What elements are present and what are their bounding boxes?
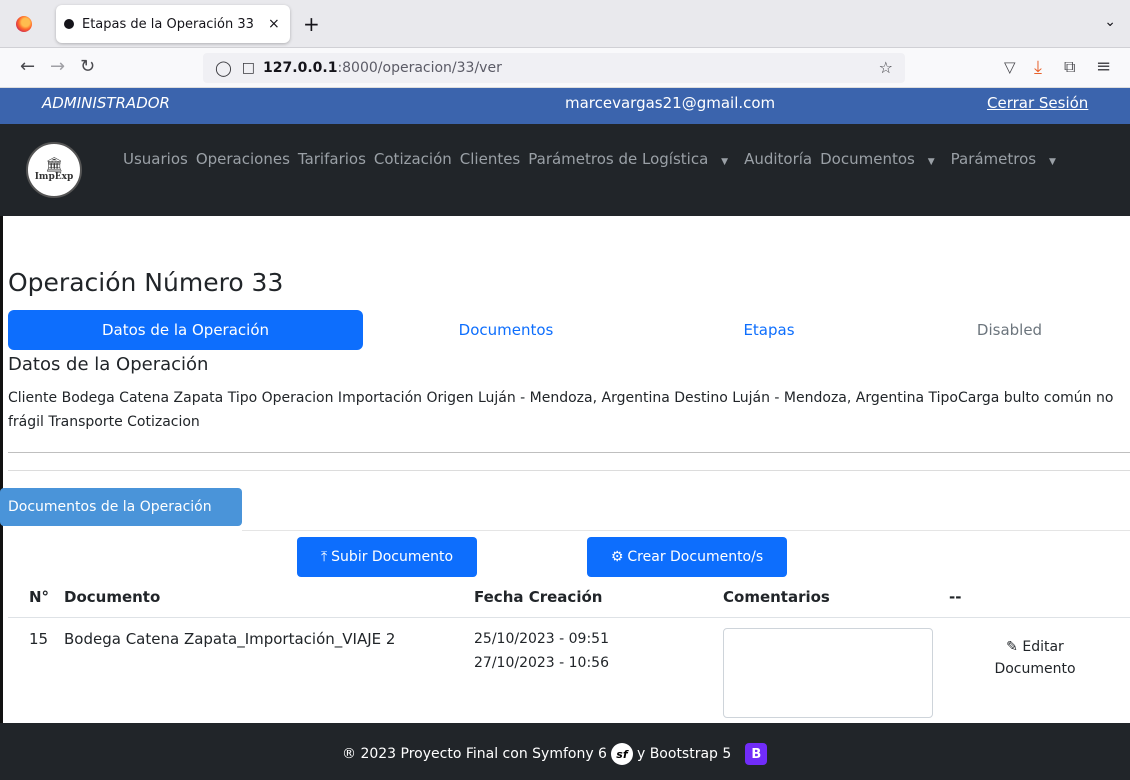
app-topbar: ADMINISTRADOR marcevargas21@gmail.com Ce… xyxy=(0,88,1130,124)
download-icon[interactable]: ⤓ xyxy=(1034,57,1042,78)
tab-close-icon[interactable]: × xyxy=(268,16,280,32)
user-email: marcevargas21@gmail.com xyxy=(565,94,776,112)
nav-item-usuarios[interactable]: Usuarios xyxy=(123,150,188,168)
nav-item-auditoria[interactable]: Auditoría xyxy=(744,150,812,168)
footer-text-after: y Bootstrap 5 xyxy=(636,746,732,762)
operation-details: Cliente Bodega Catena Zapata Tipo Operac… xyxy=(8,390,1114,430)
nav-item-logistica-label: Parámetros de Logística xyxy=(528,150,709,168)
symfony-logo-icon: sf xyxy=(610,743,633,765)
upload-document-button[interactable]: ⤒ Subir Documento xyxy=(297,537,477,577)
nav-dropdown-logistica[interactable]: Parámetros de Logística ▼ xyxy=(528,150,736,168)
url-bar[interactable]: ◯ □ 127.0.0.1:8000/operacion/33/ver ☆ xyxy=(203,53,905,83)
column-header-fecha: Fecha Creación xyxy=(474,588,603,606)
bookmark-star-icon[interactable]: ☆ xyxy=(879,58,893,77)
create-document-label: Crear Documento/s xyxy=(627,549,764,565)
nav-item-tarifarios[interactable]: Tarifarios xyxy=(298,150,366,168)
tab-title: Etapas de la Operación 33 xyxy=(82,16,254,32)
upload-icon: ⤒ xyxy=(320,549,328,565)
caret-down-icon: ▼ xyxy=(1046,157,1056,167)
card-divider xyxy=(242,530,1130,531)
page-title: Operación Número 33 xyxy=(8,268,284,297)
operation-tabs: Datos de la Operación Documentos Etapas … xyxy=(8,310,1130,350)
column-header-comentarios: Comentarios xyxy=(723,588,830,606)
back-icon[interactable]: ← xyxy=(20,56,35,77)
documents-card-header: Documentos de la Operación xyxy=(0,488,242,526)
page-icon: □ xyxy=(241,60,256,76)
list-tabs-icon[interactable]: ⌄ xyxy=(1104,14,1116,30)
forward-icon[interactable]: → xyxy=(50,56,65,77)
browser-tabbar: Etapas de la Operación 33 × + ⌄ xyxy=(0,0,1130,48)
row-num: 15 xyxy=(29,630,49,648)
caret-down-icon: ▼ xyxy=(718,157,729,167)
tab-datos-operacion[interactable]: Datos de la Operación xyxy=(8,310,363,350)
firefox-icon[interactable] xyxy=(16,16,32,32)
edit-label-1: Editar xyxy=(1022,639,1064,655)
nav-item-operaciones[interactable]: Operaciones xyxy=(196,150,290,168)
bootstrap-logo-icon: B xyxy=(745,743,768,765)
nav-item-clientes[interactable]: Clientes xyxy=(460,150,520,168)
column-header-actions: -- xyxy=(949,588,962,606)
reload-icon[interactable]: ↻ xyxy=(80,56,95,77)
column-header-num: N° xyxy=(29,588,50,606)
comments-textarea[interactable] xyxy=(723,628,933,718)
shield-icon[interactable]: ◯ xyxy=(215,59,232,77)
upload-document-label: Subir Documento xyxy=(331,549,454,565)
main-navbar: 🏛 ImpExp Usuarios Operaciones Tarifarios… xyxy=(0,124,1130,216)
nav-dropdown-documentos[interactable]: Documentos ▼ xyxy=(820,150,943,168)
url-host: 127.0.0.1 xyxy=(263,60,338,76)
logo-text: ImpExp xyxy=(34,172,74,182)
nav-item-parametros-label: Parámetros xyxy=(950,150,1037,168)
caret-down-icon: ▼ xyxy=(924,157,935,167)
extensions-icon[interactable]: ⧉ xyxy=(1064,57,1075,77)
tab-etapas[interactable]: Etapas xyxy=(649,310,889,350)
row-document-name[interactable]: Bodega Catena Zapata_Importación_VIAJE 2 xyxy=(64,628,395,650)
tab-documentos[interactable]: Documentos xyxy=(363,310,649,350)
footer-text: ® 2023 Proyecto Final con Symfony 6 sf y… xyxy=(342,743,768,765)
gears-icon: ⚙ xyxy=(610,549,624,565)
section-title: Datos de la Operación xyxy=(8,354,209,375)
column-header-documento: Documento xyxy=(64,588,161,606)
footer: ® 2023 Proyecto Final con Symfony 6 sf y… xyxy=(0,723,1130,780)
bank-icon: 🏛 xyxy=(45,157,63,173)
edit-document-link[interactable]: ✎ Editar Documento xyxy=(985,636,1085,680)
pocket-icon[interactable]: ▽ xyxy=(1004,58,1016,76)
impexp-logo[interactable]: 🏛 ImpExp xyxy=(26,142,82,198)
tab-disabled: Disabled xyxy=(976,321,1043,339)
edit-icon: ✎ xyxy=(1006,639,1018,655)
url-path: :8000/operacion/33/ver xyxy=(337,60,502,76)
row-date-2: 27/10/2023 - 10:56 xyxy=(474,655,609,671)
user-role: ADMINISTRADOR xyxy=(42,94,170,112)
browser-tab[interactable]: Etapas de la Operación 33 × xyxy=(56,5,290,43)
edit-label-2: Documento xyxy=(994,661,1076,677)
divider xyxy=(8,452,1130,453)
browser-navbar: ← → ↻ ◯ □ 127.0.0.1:8000/operacion/33/ve… xyxy=(0,48,1130,88)
table-header-divider xyxy=(8,617,1130,618)
nav-item-cotizacion[interactable]: Cotización xyxy=(374,150,452,168)
nav-menu: Usuarios Operaciones Tarifarios Cotizaci… xyxy=(123,150,1072,168)
tab-indicator-icon xyxy=(64,19,74,29)
new-tab-button[interactable]: + xyxy=(303,12,320,36)
divider xyxy=(8,470,1130,471)
row-date-1: 25/10/2023 - 09:51 xyxy=(474,631,609,647)
logout-link[interactable]: Cerrar Sesión xyxy=(987,94,1088,112)
nav-item-documentos-label: Documentos xyxy=(820,150,915,168)
create-document-button[interactable]: ⚙ Crear Documento/s xyxy=(587,537,787,577)
nav-dropdown-parametros[interactable]: Parámetros ▼ xyxy=(951,150,1064,168)
footer-text-before: ® 2023 Proyecto Final con Symfony 6 xyxy=(342,746,607,762)
menu-icon[interactable]: ≡ xyxy=(1096,56,1111,77)
